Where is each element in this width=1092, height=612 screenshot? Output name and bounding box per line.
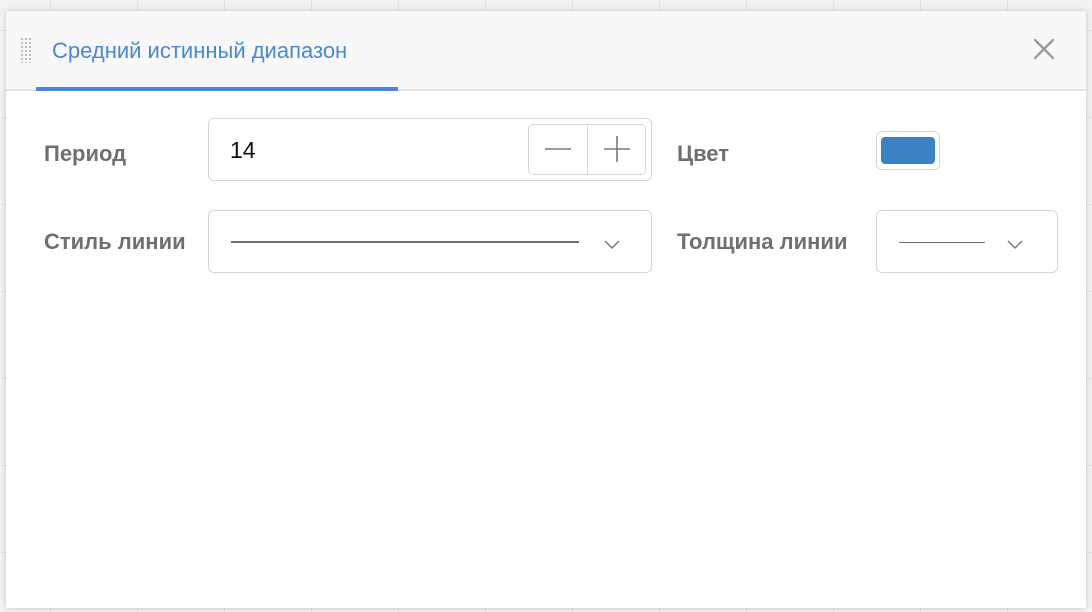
increment-button[interactable] bbox=[587, 125, 646, 174]
line-style-select[interactable] bbox=[208, 210, 652, 273]
plus-icon bbox=[604, 136, 630, 162]
close-button[interactable] bbox=[1028, 33, 1060, 65]
period-label: Период bbox=[44, 141, 127, 166]
decrement-button[interactable] bbox=[529, 125, 587, 174]
period-input[interactable]: 14 bbox=[230, 137, 256, 164]
line-style-preview bbox=[231, 241, 579, 243]
close-icon bbox=[1033, 38, 1055, 60]
period-stepper bbox=[528, 124, 646, 175]
line-width-preview bbox=[899, 242, 985, 243]
line-style-label: Стиль линии bbox=[44, 229, 186, 254]
tab-indicator-settings[interactable]: Средний истинный диапазон bbox=[36, 11, 398, 91]
line-width-select[interactable] bbox=[876, 210, 1058, 273]
dialog-title: Средний истинный диапазон bbox=[52, 38, 348, 63]
chevron-down-icon bbox=[604, 240, 620, 250]
chevron-down-icon bbox=[1007, 240, 1023, 250]
dialog-header: Средний истинный диапазон bbox=[6, 11, 1086, 91]
line-width-label: Толщина линии bbox=[677, 229, 848, 254]
period-field[interactable]: 14 bbox=[208, 118, 652, 181]
color-swatch bbox=[881, 137, 935, 164]
indicator-settings-dialog: Средний истинный диапазон Период 14 Цвет… bbox=[6, 11, 1086, 608]
drag-handle-icon[interactable] bbox=[20, 37, 32, 63]
minus-icon bbox=[545, 148, 571, 150]
color-label: Цвет bbox=[677, 141, 730, 166]
color-picker-button[interactable] bbox=[876, 131, 940, 170]
